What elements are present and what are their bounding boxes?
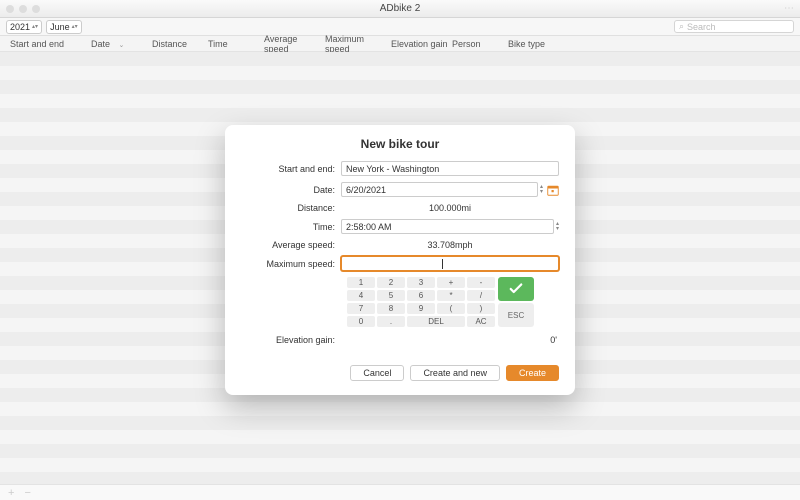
key-confirm[interactable] [498, 277, 534, 301]
col-time[interactable]: Time [208, 39, 263, 49]
minimize-icon[interactable] [19, 5, 27, 13]
add-icon[interactable]: + [8, 487, 14, 499]
sort-desc-icon: ⌄ [119, 42, 125, 49]
time-input[interactable]: 2:58:00 AM [341, 219, 554, 234]
col-start-end[interactable]: Start and end [10, 39, 90, 49]
key-9[interactable]: 9 [407, 303, 435, 314]
new-tour-dialog: New bike tour Start and end: New York - … [225, 125, 575, 395]
create-and-new-button[interactable]: Create and new [410, 365, 500, 381]
key-2[interactable]: 2 [377, 277, 405, 288]
key-rparen[interactable]: ) [467, 303, 495, 314]
remove-icon[interactable]: − [24, 487, 30, 499]
label-start-end: Start and end: [241, 164, 341, 174]
close-icon[interactable] [6, 5, 14, 13]
key-esc[interactable]: ESC [498, 303, 534, 327]
key-plus[interactable]: + [437, 277, 465, 288]
key-8[interactable]: 8 [377, 303, 405, 314]
date-stepper[interactable]: ▴▾ [540, 185, 543, 195]
label-time: Time: [241, 222, 341, 232]
search-placeholder: Search [687, 22, 716, 32]
month-value: June [50, 22, 70, 32]
label-max-speed: Maximum speed: [241, 259, 341, 269]
elev-gain-value: 0' [341, 335, 559, 345]
toolbar: 2021 ▴▾ June ▴▾ ⌕ Search [0, 18, 800, 36]
max-speed-input[interactable] [341, 256, 559, 271]
key-3[interactable]: 3 [407, 277, 435, 288]
table-header: Start and end Date ⌄ Distance Time Avera… [0, 36, 800, 52]
label-date: Date: [241, 185, 341, 195]
label-avg-speed: Average speed: [241, 240, 341, 250]
key-ac[interactable]: AC [467, 316, 495, 327]
window-title: ADbike 2 [380, 3, 421, 14]
label-distance: Distance: [241, 203, 341, 213]
date-input[interactable]: 6/20/2021 [341, 182, 538, 197]
key-6[interactable]: 6 [407, 290, 435, 301]
traffic-lights [6, 5, 40, 13]
search-input[interactable]: ⌕ Search [674, 20, 794, 33]
key-5[interactable]: 5 [377, 290, 405, 301]
share-icon[interactable]: ⋯ [784, 3, 794, 14]
key-7[interactable]: 7 [347, 303, 375, 314]
key-4[interactable]: 4 [347, 290, 375, 301]
distance-value: 100.000mi [341, 203, 559, 213]
key-0[interactable]: 0 [347, 316, 375, 327]
key-dot[interactable]: . [377, 316, 405, 327]
window-titlebar: ADbike 2 ⋯ [0, 0, 800, 18]
zoom-icon[interactable] [32, 5, 40, 13]
avg-speed-value: 33.708mph [341, 240, 559, 250]
col-distance[interactable]: Distance [152, 39, 207, 49]
key-1[interactable]: 1 [347, 277, 375, 288]
search-icon: ⌕ [679, 21, 684, 32]
numeric-keypad: 1 2 3 + - 4 5 6 * / 7 8 9 ( ) 0 . DEL AC… [347, 277, 559, 327]
key-lparen[interactable]: ( [437, 303, 465, 314]
calendar-icon[interactable] [547, 184, 559, 196]
create-button[interactable]: Create [506, 365, 559, 381]
key-div[interactable]: / [467, 290, 495, 301]
label-elev-gain: Elevation gain: [241, 335, 341, 345]
key-minus[interactable]: - [467, 277, 495, 288]
status-bar: + − [0, 484, 800, 500]
col-date[interactable]: Date ⌄ [91, 39, 151, 49]
year-select[interactable]: 2021 ▴▾ [6, 20, 42, 34]
col-bike-type[interactable]: Bike type [508, 39, 563, 49]
stepper-icon: ▴▾ [72, 25, 78, 29]
col-elev-gain[interactable]: Elevation gain [391, 39, 451, 49]
stepper-icon: ▴▾ [32, 25, 38, 29]
check-icon [507, 280, 525, 298]
key-del[interactable]: DEL [407, 316, 465, 327]
col-max-speed[interactable]: Maximum speed [325, 34, 390, 54]
year-value: 2021 [10, 22, 30, 32]
start-end-input[interactable]: New York - Washington [341, 161, 559, 176]
dialog-title: New bike tour [241, 137, 559, 151]
cancel-button[interactable]: Cancel [350, 365, 404, 381]
col-avg-speed[interactable]: Average speed [264, 34, 324, 54]
key-mul[interactable]: * [437, 290, 465, 301]
col-person[interactable]: Person [452, 39, 507, 49]
month-select[interactable]: June ▴▾ [46, 20, 82, 34]
time-stepper[interactable]: ▴▾ [556, 222, 559, 232]
